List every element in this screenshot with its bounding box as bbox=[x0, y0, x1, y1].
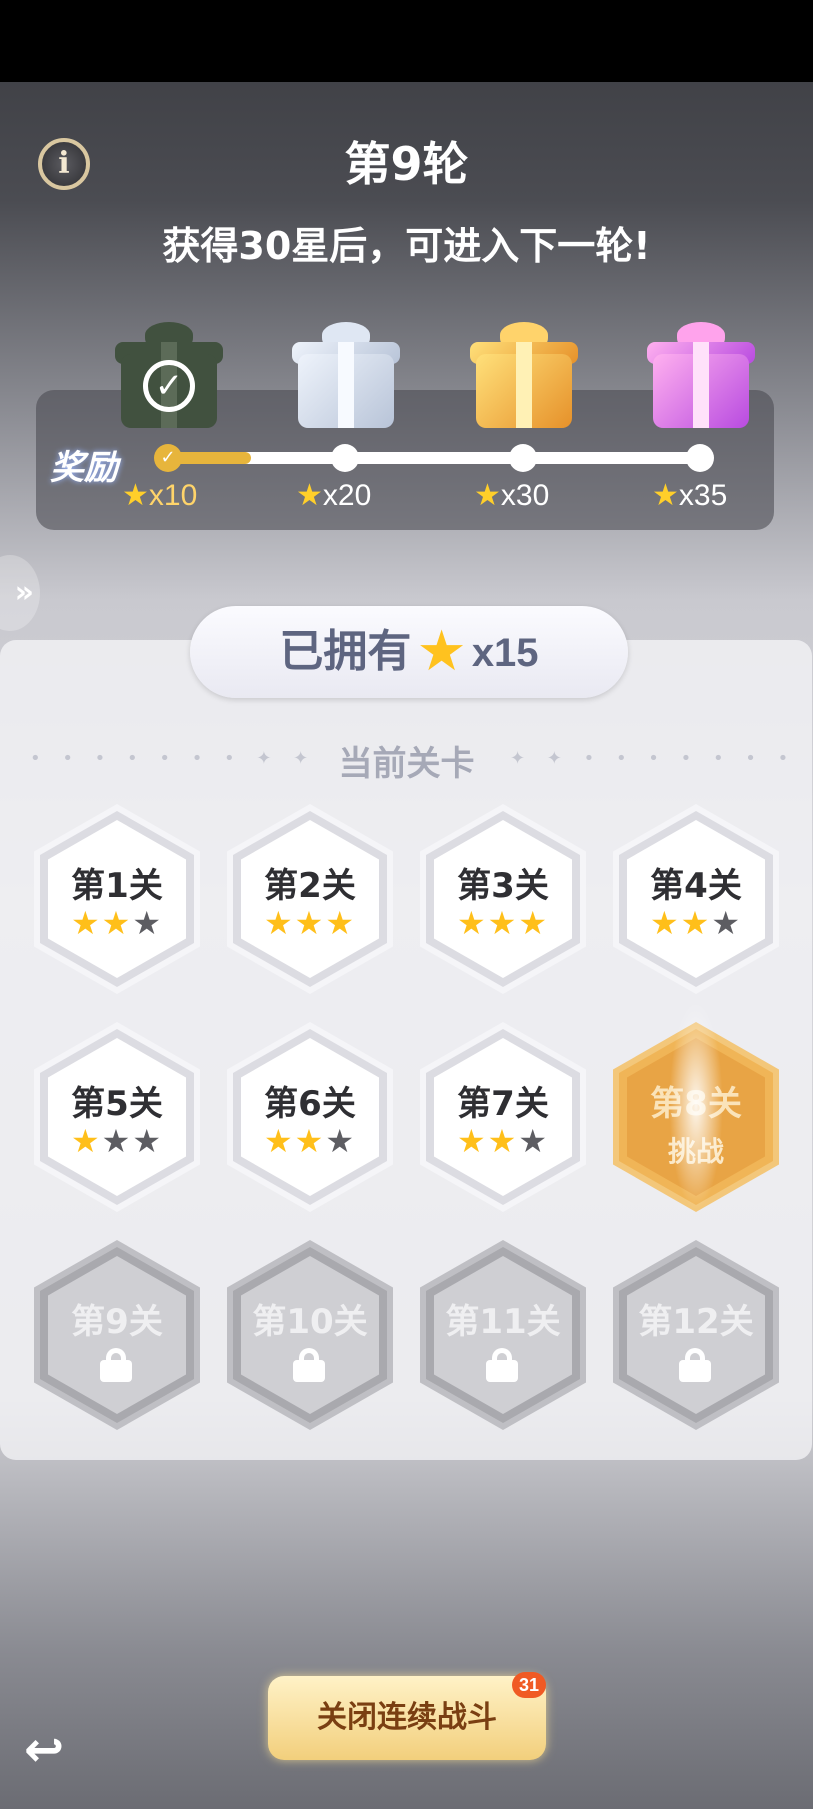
level-stars: ★★★ bbox=[227, 904, 393, 942]
level-name: 第10关 bbox=[252, 1302, 368, 1342]
reward-threshold: ★x10 bbox=[122, 479, 198, 512]
level-name: 第5关 bbox=[71, 1084, 163, 1124]
star-icon: ★ bbox=[474, 479, 501, 512]
milestone-node-claimed: ✓ bbox=[154, 444, 182, 472]
level-name: 第7关 bbox=[457, 1084, 549, 1124]
round-subtitle: 获得30星后，可进入下一轮! bbox=[162, 224, 651, 268]
level-name: 第3关 bbox=[457, 866, 549, 906]
level-stars: ★★★ bbox=[34, 1122, 200, 1160]
level-name: 第2关 bbox=[264, 866, 356, 906]
level-name: 第4关 bbox=[650, 866, 742, 906]
star-icon: ★ bbox=[652, 479, 679, 512]
lock-icon bbox=[100, 1348, 132, 1382]
gold-gift-icon[interactable] bbox=[470, 322, 578, 430]
reward-threshold: ★x20 bbox=[296, 479, 372, 512]
level-tile[interactable]: 第2关 ★★★ bbox=[227, 804, 393, 994]
star-filled-icon: ★ bbox=[263, 1122, 295, 1160]
star-filled-icon: ★ bbox=[263, 904, 295, 942]
star-icon: ★ bbox=[296, 479, 323, 512]
lock-icon bbox=[293, 1348, 325, 1382]
pink-gift-icon[interactable] bbox=[647, 322, 755, 430]
star-filled-icon: ★ bbox=[294, 1122, 326, 1160]
star-filled-icon: ★ bbox=[101, 904, 133, 942]
owned-count: x15 bbox=[471, 631, 539, 675]
level-stars: ★★★ bbox=[420, 1122, 586, 1160]
star-empty-icon: ★ bbox=[325, 1122, 357, 1160]
level-tile: 第10关 bbox=[227, 1240, 393, 1430]
reward-threshold: ★x30 bbox=[474, 479, 550, 512]
level-tile: 第9关 bbox=[34, 1240, 200, 1430]
back-arrow-icon[interactable]: ↩ bbox=[24, 1722, 64, 1778]
level-name: 第6关 bbox=[264, 1084, 356, 1124]
star-empty-icon: ★ bbox=[132, 1122, 164, 1160]
level-name: 第11关 bbox=[445, 1302, 561, 1342]
lock-icon bbox=[679, 1348, 711, 1382]
star-empty-icon: ★ bbox=[711, 904, 743, 942]
level-name: 第1关 bbox=[71, 866, 163, 906]
silver-gift-icon[interactable] bbox=[292, 322, 400, 430]
reward-threshold: ★x35 bbox=[652, 479, 728, 512]
star-empty-icon: ★ bbox=[132, 904, 164, 942]
level-tile[interactable]: 第4关 ★★★ bbox=[613, 804, 779, 994]
star-filled-icon: ★ bbox=[680, 904, 712, 942]
level-stars: ★★★ bbox=[613, 904, 779, 942]
status-bar bbox=[0, 0, 813, 82]
level-tile[interactable]: 第1关 ★★★ bbox=[34, 804, 200, 994]
star-filled-icon: ★ bbox=[294, 904, 326, 942]
level-stars: ★★★ bbox=[227, 1122, 393, 1160]
star-filled-icon: ★ bbox=[456, 904, 488, 942]
level-tile[interactable]: 第3关 ★★★ bbox=[420, 804, 586, 994]
reward-label: 奖励 bbox=[50, 448, 118, 488]
milestone-node bbox=[686, 444, 714, 472]
close-continuous-battle-button[interactable]: 关闭连续战斗 bbox=[268, 1676, 546, 1760]
star-filled-icon: ★ bbox=[487, 1122, 519, 1160]
star-empty-icon: ★ bbox=[101, 1122, 133, 1160]
expand-arrow-icon[interactable]: » bbox=[0, 555, 40, 631]
level-tile: 第12关 bbox=[613, 1240, 779, 1430]
round-title: 第9轮 bbox=[344, 137, 469, 191]
star-filled-icon: ★ bbox=[518, 904, 550, 942]
level-name: 第9关 bbox=[71, 1302, 163, 1342]
star-filled-icon: ★ bbox=[649, 904, 681, 942]
level-tile[interactable]: 第7关 ★★★ bbox=[420, 1022, 586, 1212]
star-filled-icon: ★ bbox=[456, 1122, 488, 1160]
level-name: 第12关 bbox=[638, 1302, 754, 1342]
notification-badge: 31 bbox=[512, 1672, 546, 1698]
level-stars: ★★★ bbox=[420, 904, 586, 942]
star-filled-icon: ★ bbox=[70, 1122, 102, 1160]
level-stars: ★★★ bbox=[34, 904, 200, 942]
owned-label: 已拥有 bbox=[279, 626, 412, 677]
divider-dots: ✦ ✦ • • • • • • • bbox=[510, 748, 797, 769]
green-gift-icon[interactable]: ✓ bbox=[115, 322, 223, 430]
star-filled-icon: ★ bbox=[325, 904, 357, 942]
level-tile: 第11关 bbox=[420, 1240, 586, 1430]
level-tile[interactable]: 第5关 ★★★ bbox=[34, 1022, 200, 1212]
lock-icon bbox=[486, 1348, 518, 1382]
owned-stars-pill: 已拥有 ★ x15 bbox=[190, 606, 628, 698]
star-filled-icon: ★ bbox=[70, 904, 102, 942]
star-filled-icon: ★ bbox=[487, 904, 519, 942]
reward-progress-track bbox=[170, 452, 712, 464]
milestone-node bbox=[509, 444, 537, 472]
reward-progress-fill bbox=[170, 452, 251, 464]
milestone-node bbox=[331, 444, 359, 472]
check-icon: ✓ bbox=[143, 360, 195, 412]
star-empty-icon: ★ bbox=[518, 1122, 550, 1160]
sword-glow-icon bbox=[669, 1000, 723, 1210]
star-icon: ★ bbox=[416, 619, 467, 684]
level-tile[interactable]: 第8关挑战 bbox=[613, 1000, 779, 1212]
level-tile[interactable]: 第6关 ★★★ bbox=[227, 1022, 393, 1212]
star-icon: ★ bbox=[122, 479, 149, 512]
